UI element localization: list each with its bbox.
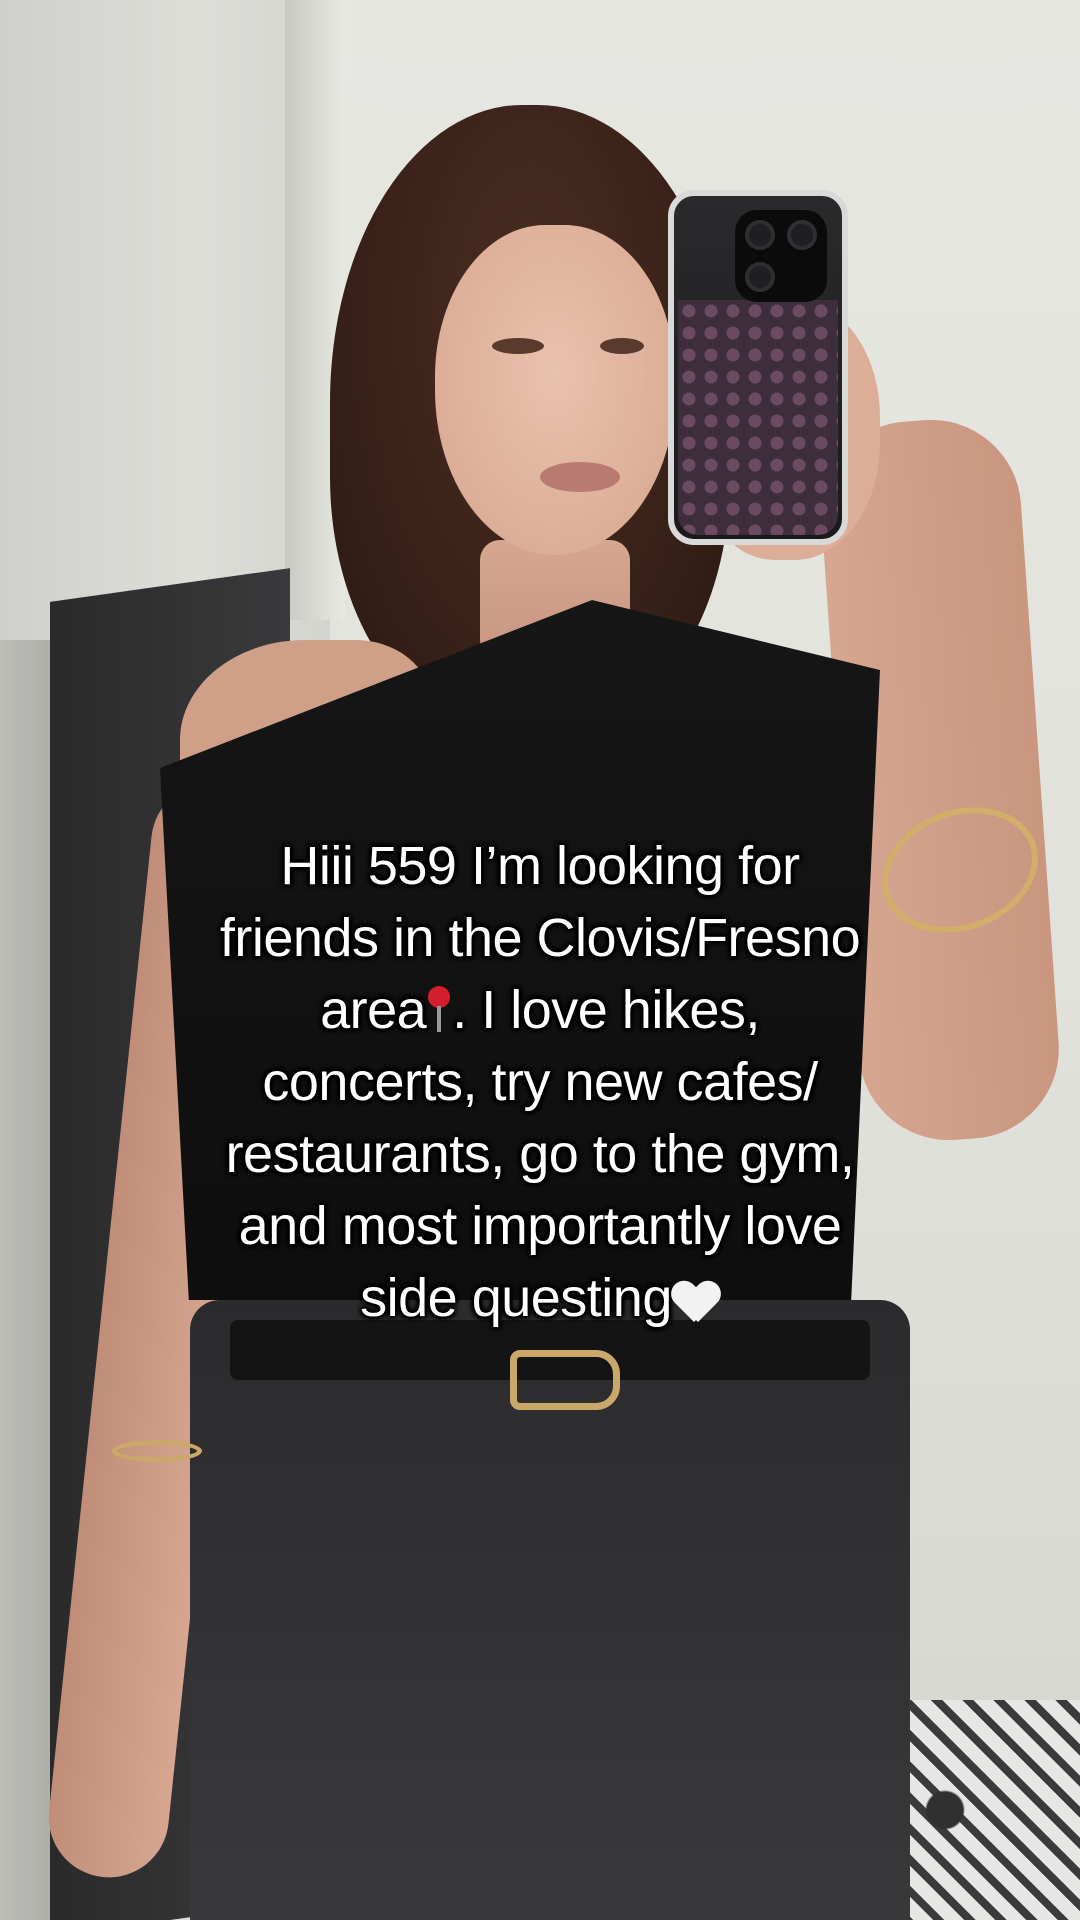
caption-line: Hiii 559 I’m looking for xyxy=(280,836,800,896)
phone-grip-case xyxy=(678,300,838,535)
caption-line: restaurants, go to the gym, xyxy=(225,1124,855,1184)
video-caption-overlay: Hiii 559 I’m looking for friends in the … xyxy=(150,830,930,1334)
caption-text: side questing xyxy=(360,1268,672,1328)
caption-line: concerts, try new cafes/ xyxy=(262,1052,818,1112)
left-eye xyxy=(492,338,544,354)
caption-line: friends in the Clovis/Fresno xyxy=(219,908,861,968)
round-pushpin-icon xyxy=(426,982,452,1036)
video-frame[interactable]: Hiii 559 I’m looking for friends in the … xyxy=(0,0,1080,1920)
gold-bracelet-left xyxy=(112,1440,202,1462)
face xyxy=(435,225,675,555)
caption-text: area xyxy=(320,980,427,1040)
caption-line: area . I love hikes, xyxy=(150,974,930,1046)
white-heart-icon xyxy=(672,1278,720,1324)
lips xyxy=(540,462,620,492)
caption-text: . I love hikes, xyxy=(452,980,760,1040)
caption-line: side questing xyxy=(150,1262,930,1334)
belt-buckle xyxy=(510,1350,620,1410)
right-eye xyxy=(600,338,644,354)
camera-lens xyxy=(745,262,775,292)
camera-lens xyxy=(745,220,775,250)
phone-camera-module xyxy=(735,210,827,302)
camera-lens xyxy=(787,220,817,250)
caption-line: and most importantly love xyxy=(238,1196,842,1256)
